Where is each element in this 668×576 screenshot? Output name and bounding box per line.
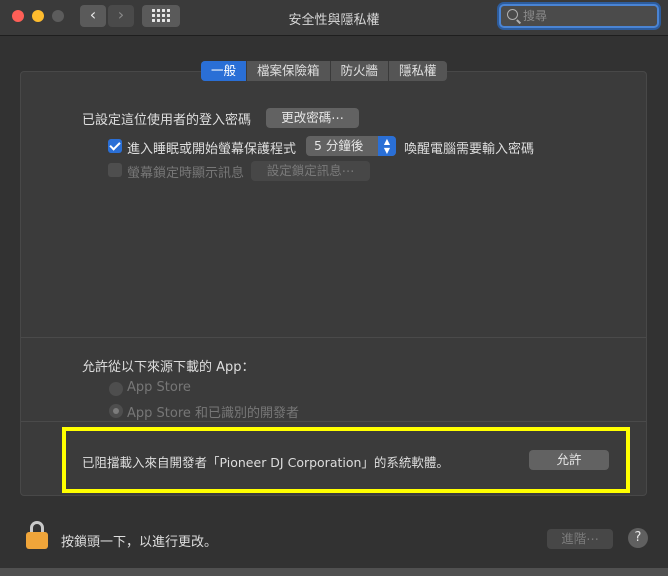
select-arrows-icon: ▲ ▼ [378, 136, 396, 156]
section-divider [21, 337, 646, 338]
help-button[interactable]: ? [628, 528, 648, 548]
tab-firewall[interactable]: 防火牆 [331, 61, 390, 81]
advanced-button[interactable]: 進階⋯ [547, 529, 613, 549]
tab-privacy[interactable]: 隱私權 [389, 61, 447, 81]
allow-apps-heading: 允許從以下來源下載的 App： [82, 360, 255, 375]
tab-filevault[interactable]: 檔案保險箱 [247, 61, 331, 81]
tab-bar: 一般 檔案保險箱 防火牆 隱私權 [201, 61, 447, 81]
window-bottom-edge [0, 568, 668, 576]
highlight-box [62, 427, 630, 493]
search-icon [507, 9, 518, 20]
set-lock-message-button[interactable]: 設定鎖定訊息⋯ [251, 161, 370, 181]
tab-general[interactable]: 一般 [201, 61, 248, 81]
search-input[interactable] [523, 8, 653, 24]
radio-app-store-identified-label: App Store 和已識別的開發者 [127, 406, 300, 421]
wake-password-label: 喚醒電腦需要輸入密碼 [404, 142, 535, 157]
login-password-text: 已設定這位使用者的登入密碼 [82, 113, 252, 128]
require-password-delay-select[interactable]: 5 分鐘後 ▲ ▼ [306, 136, 396, 156]
radio-app-store-label: App Store [127, 380, 191, 395]
require-password-label: 進入睡眠或開始螢幕保護程式 [127, 142, 297, 157]
section-divider [21, 421, 646, 422]
show-message-label: 螢幕鎖定時顯示訊息 [127, 166, 245, 181]
search-field[interactable] [499, 4, 659, 28]
require-password-delay-value: 5 分鐘後 [314, 138, 364, 153]
change-password-button[interactable]: 更改密碼⋯ [266, 108, 359, 128]
radio-app-store-identified[interactable] [109, 404, 123, 418]
lock-hint-text: 按鎖頭一下，以進行更改。 [61, 535, 218, 550]
radio-app-store[interactable] [109, 382, 123, 396]
title-bar: ‹ › 安全性與隱私權 [0, 0, 668, 36]
require-password-checkbox[interactable] [108, 139, 122, 153]
lock-icon[interactable] [26, 521, 48, 549]
show-message-checkbox[interactable] [108, 163, 122, 177]
